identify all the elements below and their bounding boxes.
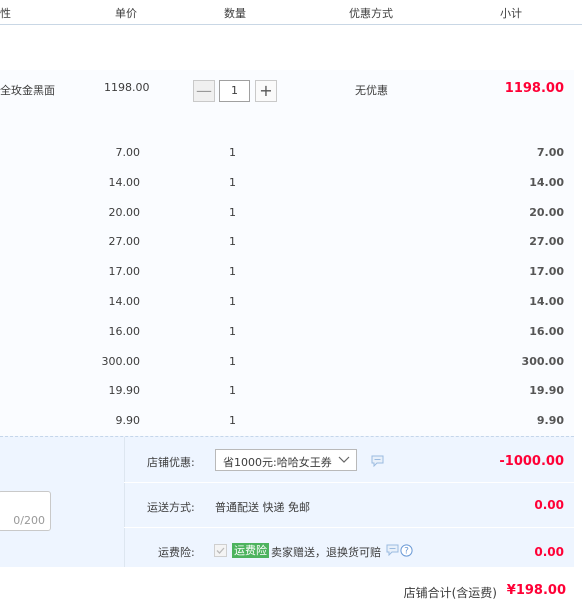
shop-total-value: ¥198.00: [506, 583, 566, 598]
shop-total-label: 店铺合计(含运费): [403, 586, 497, 600]
item-price: 14.00: [108, 295, 141, 308]
col-promo-header: 优惠方式: [349, 7, 393, 20]
item-subtotal: 300.00: [521, 355, 564, 368]
table-header: 性 单价 数量 优惠方式 小计: [0, 0, 582, 25]
insurance-checkbox[interactable]: [214, 544, 227, 557]
item-subtotal: 1198.00: [504, 81, 564, 96]
shop-note-field[interactable]: 0/200: [0, 491, 51, 531]
item-quantity: 1: [229, 414, 236, 427]
item-price: 19.90: [108, 384, 141, 397]
svg-text:?: ?: [404, 547, 409, 557]
item-subtotal: 17.00: [529, 265, 564, 278]
item-quantity: 1: [229, 265, 236, 278]
item-subtotal: 9.90: [536, 414, 564, 427]
item-subtotal: 7.00: [536, 146, 564, 159]
shop-discount-selected: 省1000元:哈哈女王券: [223, 456, 332, 469]
item-subtotal: 20.00: [529, 206, 564, 219]
item-quantity: 1: [229, 176, 236, 189]
item-quantity: 1: [229, 325, 236, 338]
item-quantity: 1: [229, 384, 236, 397]
item-attribute: 全玫金黑面: [0, 84, 55, 97]
item-subtotal: 19.90: [529, 384, 564, 397]
shop-total-bar: 店铺合计(含运费) ¥198.00: [0, 567, 582, 610]
item-subtotal: 14.00: [529, 176, 564, 189]
insurance-label: 运费险:: [158, 546, 195, 559]
chevron-down-icon: [338, 453, 350, 468]
item-quantity: 1: [229, 206, 236, 219]
item-subtotal: 16.00: [529, 325, 564, 338]
item-quantity: 1: [229, 235, 236, 248]
insurance-text: 卖家赠送，退换货可赔: [271, 546, 381, 559]
item-price: 9.90: [115, 414, 141, 427]
item-quantity: 1: [229, 355, 236, 368]
shipping-label: 运送方式:: [147, 501, 195, 514]
item-list: [0, 70, 574, 436]
message-icon[interactable]: [386, 544, 399, 559]
col-qty-header: 数量: [224, 7, 246, 20]
shop-discount-select[interactable]: 省1000元:哈哈女王券: [215, 449, 357, 471]
col-price-header: 单价: [115, 7, 137, 20]
item-subtotal: 27.00: [529, 235, 564, 248]
quantity-plus-button[interactable]: +: [255, 80, 277, 102]
insurance-amount: 0.00: [534, 545, 564, 559]
item-price: 14.00: [108, 176, 141, 189]
item-quantity: 1: [229, 146, 236, 159]
item-subtotal: 14.00: [529, 295, 564, 308]
message-icon[interactable]: [371, 455, 384, 470]
item-price: 16.00: [108, 325, 141, 338]
quantity-minus-button[interactable]: —: [193, 80, 215, 102]
divider: [124, 527, 574, 528]
help-icon[interactable]: ?: [400, 544, 413, 560]
item-promo: 无优惠: [355, 84, 388, 97]
shop-discount-label: 店铺优惠:: [147, 456, 195, 469]
item-price: 7.00: [115, 146, 141, 159]
insurance-badge: 运费险: [232, 543, 269, 558]
shop-discount-amount: -1000.00: [499, 454, 564, 469]
col-attr-header: 性: [0, 7, 11, 20]
item-price: 1198.00: [104, 81, 150, 94]
shipping-amount: 0.00: [534, 498, 564, 512]
shipping-method: 普通配送 快递 免邮: [215, 501, 310, 514]
divider: [124, 482, 574, 483]
item-price: 20.00: [108, 206, 141, 219]
item-price: 17.00: [108, 265, 141, 278]
note-counter: 0/200: [13, 514, 45, 527]
item-price: 27.00: [108, 235, 141, 248]
quantity-input[interactable]: 1: [219, 80, 250, 102]
col-subtotal-header: 小计: [500, 7, 522, 20]
item-price: 300.00: [101, 355, 141, 368]
item-quantity: 1: [229, 295, 236, 308]
